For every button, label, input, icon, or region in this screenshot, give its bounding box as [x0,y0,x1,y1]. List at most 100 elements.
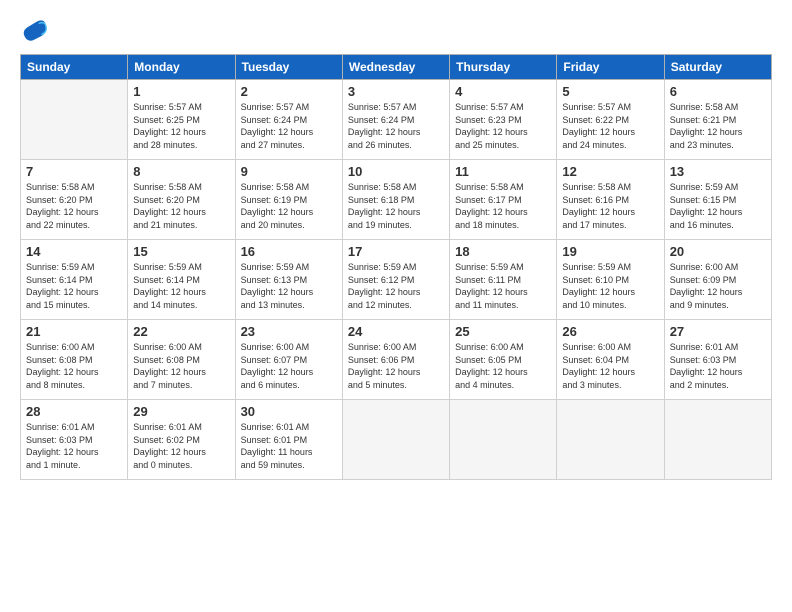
day-info: Sunrise: 5:59 AMSunset: 6:10 PMDaylight:… [562,261,658,311]
day-number: 4 [455,84,551,99]
day-number: 6 [670,84,766,99]
day-info: Sunrise: 6:00 AMSunset: 6:09 PMDaylight:… [670,261,766,311]
calendar-cell: 8 Sunrise: 5:58 AMSunset: 6:20 PMDaylight… [128,160,235,240]
day-number: 17 [348,244,444,259]
calendar-cell: 16 Sunrise: 5:59 AMSunset: 6:13 PMDayligh… [235,240,342,320]
day-info: Sunrise: 5:59 AMSunset: 6:14 PMDaylight:… [133,261,229,311]
calendar-cell [557,400,664,480]
calendar-cell: 2Sunrise: 5:57 AMSunset: 6:24 PMDaylight… [235,80,342,160]
day-info: Sunrise: 5:59 AMSunset: 6:14 PMDaylight:… [26,261,122,311]
page: SundayMondayTuesdayWednesdayThursdayFrid… [0,0,792,612]
day-number: 25 [455,324,551,339]
day-number: 8 [133,164,229,179]
day-number: 10 [348,164,444,179]
day-info: Sunrise: 6:01 AMSunset: 6:02 PMDaylight:… [133,421,229,471]
day-number: 19 [562,244,658,259]
calendar-cell: 6 Sunrise: 5:58 AMSunset: 6:21 PMDaylight… [664,80,771,160]
weekday-header-tuesday: Tuesday [235,55,342,80]
calendar-week-row: 7 Sunrise: 5:58 AMSunset: 6:20 PMDaylight… [21,160,772,240]
day-number: 9 [241,164,337,179]
day-number: 2 [241,84,337,99]
day-number: 11 [455,164,551,179]
day-number: 7 [26,164,122,179]
day-info: Sunrise: 5:58 AMSunset: 6:20 PMDaylight:… [26,181,122,231]
calendar-cell [342,400,449,480]
calendar-cell: 24Sunrise: 6:00 AMSunset: 6:06 PMDayligh… [342,320,449,400]
day-info: Sunrise: 5:58 AMSunset: 6:21 PMDaylight:… [670,101,766,151]
day-info: Sunrise: 5:59 AMSunset: 6:13 PMDaylight:… [241,261,337,311]
calendar-cell: 22 Sunrise: 6:00 AMSunset: 6:08 PMDayligh… [128,320,235,400]
calendar-cell: 29Sunrise: 6:01 AMSunset: 6:02 PMDayligh… [128,400,235,480]
calendar-cell: 25 Sunrise: 6:00 AMSunset: 6:05 PMDayligh… [450,320,557,400]
calendar-cell: 18 Sunrise: 5:59 AMSunset: 6:11 PMDayligh… [450,240,557,320]
calendar-cell: 7 Sunrise: 5:58 AMSunset: 6:20 PMDaylight… [21,160,128,240]
day-info: Sunrise: 5:58 AMSunset: 6:17 PMDaylight:… [455,181,551,231]
calendar-cell: 28 Sunrise: 6:01 AMSunset: 6:03 PMDayligh… [21,400,128,480]
day-info: Sunrise: 5:58 AMSunset: 6:16 PMDaylight:… [562,181,658,231]
day-info: Sunrise: 6:00 AMSunset: 6:08 PMDaylight:… [133,341,229,391]
day-number: 26 [562,324,658,339]
day-info: Sunrise: 6:01 AMSunset: 6:03 PMDaylight:… [26,421,122,471]
calendar-cell: 20 Sunrise: 6:00 AMSunset: 6:09 PMDayligh… [664,240,771,320]
calendar-cell: 9 Sunrise: 5:58 AMSunset: 6:19 PMDaylight… [235,160,342,240]
day-number: 27 [670,324,766,339]
calendar-cell: 27 Sunrise: 6:01 AMSunset: 6:03 PMDayligh… [664,320,771,400]
calendar-cell: 30 Sunrise: 6:01 AMSunset: 6:01 PMDayligh… [235,400,342,480]
calendar-table: SundayMondayTuesdayWednesdayThursdayFrid… [20,54,772,480]
calendar-cell: 15 Sunrise: 5:59 AMSunset: 6:14 PMDayligh… [128,240,235,320]
day-number: 18 [455,244,551,259]
calendar-cell: 21Sunrise: 6:00 AMSunset: 6:08 PMDayligh… [21,320,128,400]
day-info: Sunrise: 6:00 AMSunset: 6:04 PMDaylight:… [562,341,658,391]
day-info: Sunrise: 6:00 AMSunset: 6:08 PMDaylight:… [26,341,122,391]
calendar-cell: 5 Sunrise: 5:57 AMSunset: 6:22 PMDaylight… [557,80,664,160]
weekday-header-friday: Friday [557,55,664,80]
day-number: 14 [26,244,122,259]
day-info: Sunrise: 5:59 AMSunset: 6:15 PMDaylight:… [670,181,766,231]
day-number: 30 [241,404,337,419]
day-number: 28 [26,404,122,419]
weekday-header-saturday: Saturday [664,55,771,80]
calendar-week-row: 28 Sunrise: 6:01 AMSunset: 6:03 PMDayligh… [21,400,772,480]
day-number: 16 [241,244,337,259]
calendar-cell: 12 Sunrise: 5:58 AMSunset: 6:16 PMDayligh… [557,160,664,240]
calendar-cell [21,80,128,160]
day-number: 13 [670,164,766,179]
logo-icon [20,16,48,44]
day-info: Sunrise: 6:01 AMSunset: 6:01 PMDaylight:… [241,421,337,471]
calendar-cell [450,400,557,480]
day-info: Sunrise: 6:00 AMSunset: 6:05 PMDaylight:… [455,341,551,391]
calendar-cell: 19 Sunrise: 5:59 AMSunset: 6:10 PMDayligh… [557,240,664,320]
day-info: Sunrise: 5:59 AMSunset: 6:12 PMDaylight:… [348,261,444,311]
calendar-cell [664,400,771,480]
logo [20,16,50,44]
calendar-week-row: 21Sunrise: 6:00 AMSunset: 6:08 PMDayligh… [21,320,772,400]
day-number: 12 [562,164,658,179]
header [20,16,772,44]
day-number: 22 [133,324,229,339]
day-number: 15 [133,244,229,259]
day-number: 23 [241,324,337,339]
weekday-header-row: SundayMondayTuesdayWednesdayThursdayFrid… [21,55,772,80]
day-info: Sunrise: 6:00 AMSunset: 6:07 PMDaylight:… [241,341,337,391]
calendar-cell: 26 Sunrise: 6:00 AMSunset: 6:04 PMDayligh… [557,320,664,400]
weekday-header-wednesday: Wednesday [342,55,449,80]
day-info: Sunrise: 5:59 AMSunset: 6:11 PMDaylight:… [455,261,551,311]
weekday-header-thursday: Thursday [450,55,557,80]
calendar-cell: 17 Sunrise: 5:59 AMSunset: 6:12 PMDayligh… [342,240,449,320]
day-info: Sunrise: 5:58 AMSunset: 6:20 PMDaylight:… [133,181,229,231]
calendar-cell: 11 Sunrise: 5:58 AMSunset: 6:17 PMDayligh… [450,160,557,240]
day-info: Sunrise: 5:57 AMSunset: 6:22 PMDaylight:… [562,101,658,151]
day-number: 20 [670,244,766,259]
day-number: 24 [348,324,444,339]
day-info: Sunrise: 5:58 AMSunset: 6:18 PMDaylight:… [348,181,444,231]
calendar-cell: 14 Sunrise: 5:59 AMSunset: 6:14 PMDayligh… [21,240,128,320]
day-info: Sunrise: 6:01 AMSunset: 6:03 PMDaylight:… [670,341,766,391]
day-info: Sunrise: 5:57 AMSunset: 6:23 PMDaylight:… [455,101,551,151]
day-info: Sunrise: 5:58 AMSunset: 6:19 PMDaylight:… [241,181,337,231]
weekday-header-sunday: Sunday [21,55,128,80]
calendar-week-row: 1Sunrise: 5:57 AMSunset: 6:25 PMDaylight… [21,80,772,160]
calendar-cell: 3Sunrise: 5:57 AMSunset: 6:24 PMDaylight… [342,80,449,160]
day-number: 5 [562,84,658,99]
calendar-week-row: 14 Sunrise: 5:59 AMSunset: 6:14 PMDayligh… [21,240,772,320]
day-info: Sunrise: 5:57 AMSunset: 6:25 PMDaylight:… [133,101,229,151]
